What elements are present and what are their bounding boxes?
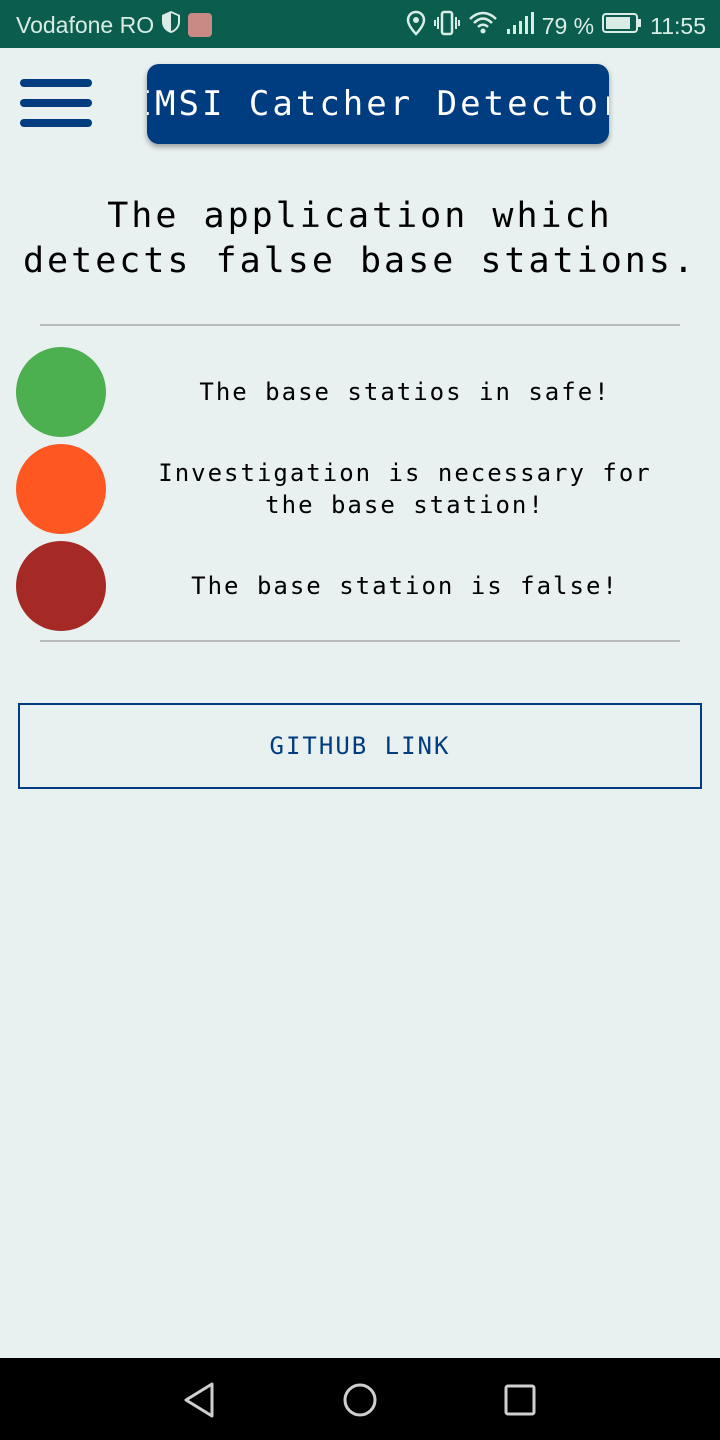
green-status-dot [16,347,106,437]
red-status-dot [16,541,106,631]
tagline: The application which detects false base… [22,196,697,281]
battery-icon [602,12,642,40]
location-icon [406,10,426,42]
wifi-icon [468,11,498,41]
back-icon[interactable] [178,1378,222,1422]
legend-item-investigate: Investigation is necessary for the base … [0,444,720,536]
legend-label: Investigation is necessary for the base … [158,459,652,519]
signal-icon [506,11,534,41]
menu-line [20,119,92,127]
divider [40,324,680,326]
status-bar: Vodafone RO 79 % 11:55 [0,0,720,48]
shield-icon [160,10,182,40]
menu-line [20,99,92,107]
carrier-name: Vodafone RO [16,11,155,38]
legend-item-safe: The base statios in safe! [0,347,720,439]
hamburger-menu-icon[interactable] [20,77,92,131]
orange-status-dot [16,444,106,534]
legend-label: The base station is false! [191,572,619,600]
vibrate-icon [433,10,460,42]
app-title: IMSI Catcher Detector [147,64,609,144]
github-link-button[interactable]: GITHUB LINK [18,703,702,789]
battery-percent: 79 % [541,12,595,39]
navigation-bar [0,1358,720,1440]
menu-line [20,79,92,87]
divider [40,640,680,642]
recent-apps-icon[interactable] [498,1378,542,1422]
clock: 11:55 [650,12,706,39]
legend-item-false: The base station is false! [0,541,720,633]
home-icon[interactable] [338,1378,382,1422]
huawei-app-icon [188,13,213,37]
legend-label: The base statios in safe! [199,378,611,406]
